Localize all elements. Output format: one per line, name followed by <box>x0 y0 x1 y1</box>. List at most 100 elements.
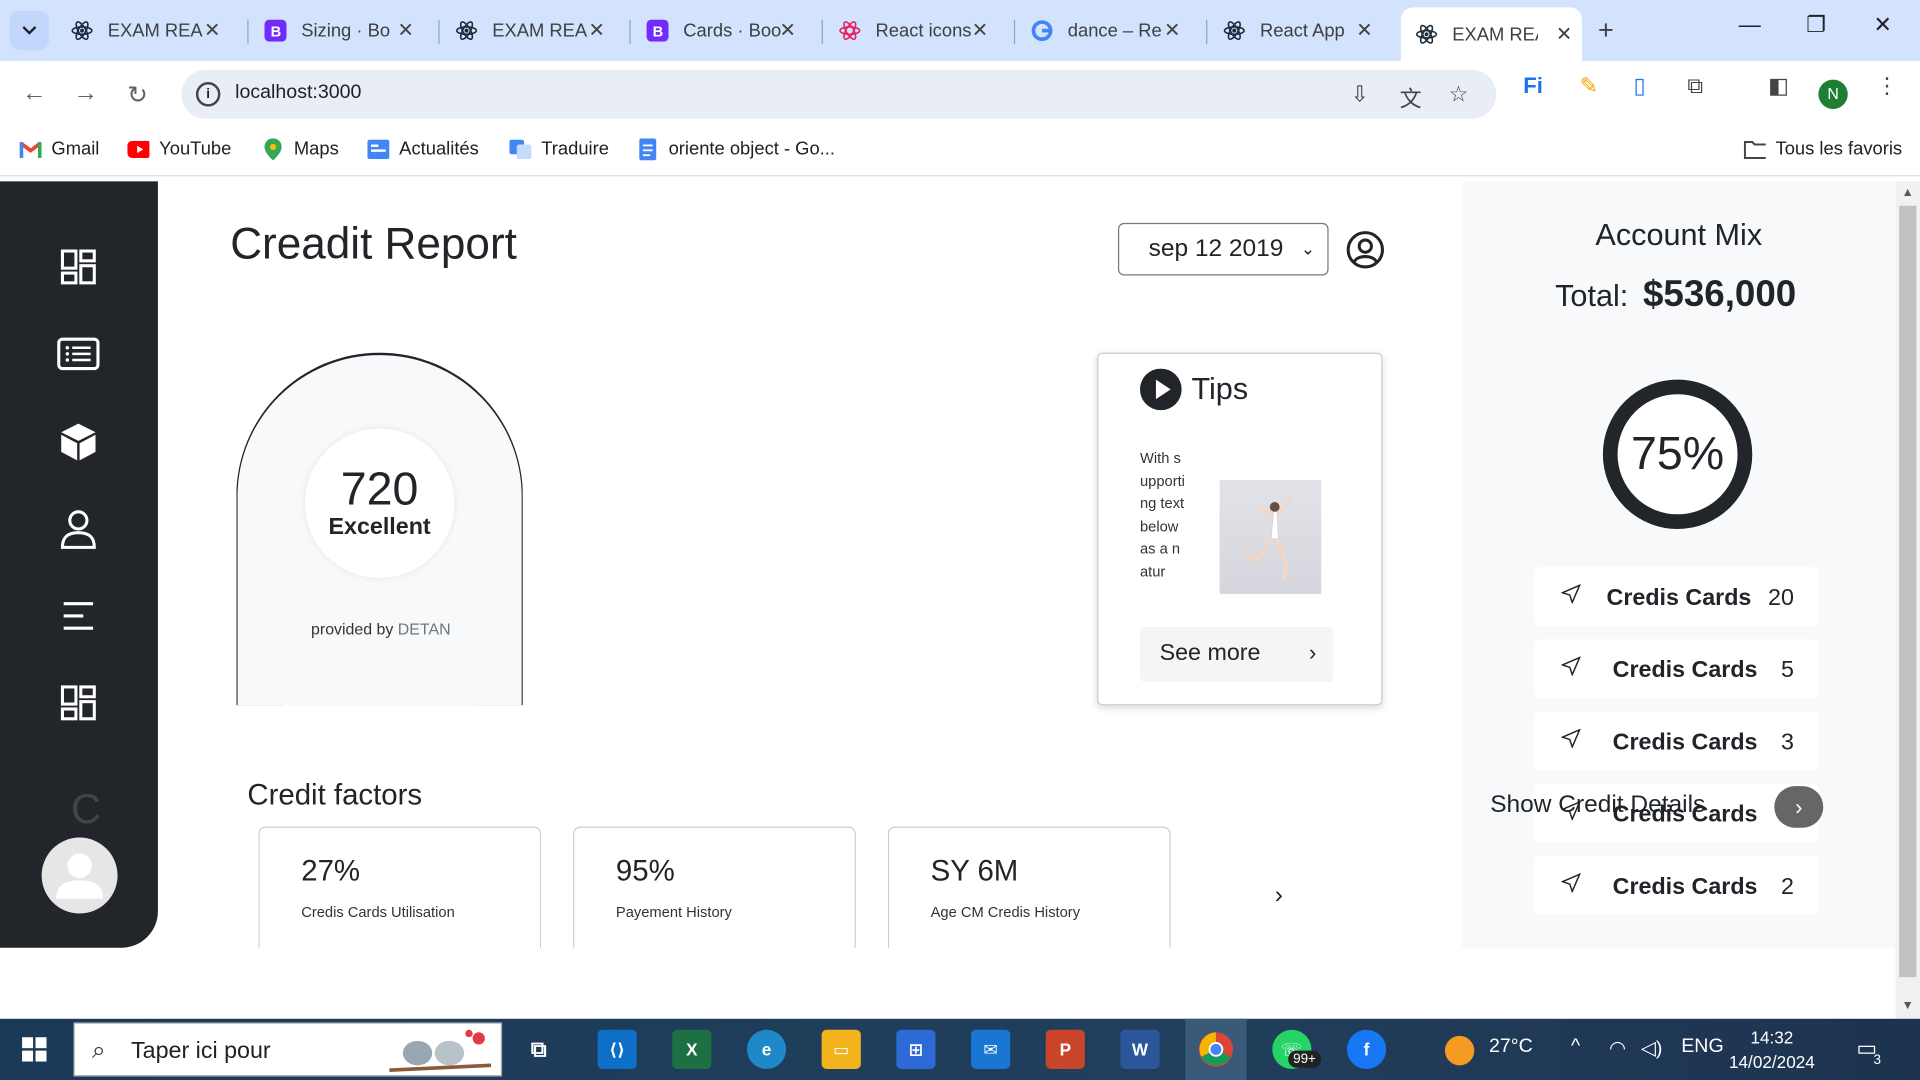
list-icon[interactable] <box>56 332 100 376</box>
browser-tab[interactable]: React icons ✕ <box>824 7 998 54</box>
excel-icon[interactable]: X <box>672 1029 712 1069</box>
scrollbar[interactable]: ▲ ▼ <box>1895 181 1920 1019</box>
translate-icon[interactable]: 文 <box>1400 82 1422 114</box>
browser-tab[interactable]: dance – Re ✕ <box>1016 7 1190 54</box>
user-circle-icon[interactable] <box>1346 230 1385 269</box>
user-icon[interactable] <box>56 507 100 551</box>
extension-icon[interactable]: Fi <box>1523 73 1543 99</box>
forward-icon[interactable]: → <box>73 80 97 108</box>
edge-icon[interactable]: e <box>746 1029 787 1069</box>
close-icon[interactable]: ✕ <box>1356 18 1372 42</box>
page-content: Creadit Report sep 12 2019 ⌄ 720 Excelle… <box>0 181 1920 1019</box>
profile-avatar[interactable]: N <box>1818 79 1848 109</box>
close-icon[interactable]: ✕ <box>204 18 220 42</box>
close-icon[interactable]: ✕ <box>780 18 796 42</box>
menu-icon[interactable]: ⋮ <box>1876 73 1898 99</box>
new-tab-button[interactable]: + <box>1598 15 1614 47</box>
browser-tab[interactable]: React App ✕ <box>1209 7 1383 54</box>
restore-icon[interactable]: ❐ <box>1806 12 1826 38</box>
dashboard-icon[interactable] <box>56 245 100 289</box>
scroll-thumb[interactable] <box>1899 205 1917 978</box>
bookmark-gmail[interactable]: Gmail <box>19 138 100 159</box>
mail-icon[interactable]: ✉ <box>971 1029 1011 1069</box>
wifi-icon[interactable]: ◠ <box>1609 1036 1626 1060</box>
close-icon[interactable]: ✕ <box>1556 22 1572 46</box>
color-picker-icon[interactable]: ✎ <box>1580 73 1598 99</box>
install-app-icon[interactable]: ⇩ <box>1351 82 1369 108</box>
bookmarks-bar: Gmail YouTube Maps Actualités Traduire o… <box>0 127 1920 177</box>
chevron-right-icon: › <box>1308 640 1317 665</box>
address-bar[interactable]: i localhost:3000 ⇩ 文 ☆ <box>181 69 1497 119</box>
task-view-icon[interactable]: ⧉ <box>519 1030 558 1069</box>
total-value: $536,000 <box>1642 274 1797 315</box>
tab-search-button[interactable] <box>9 11 49 51</box>
bookmark-maps[interactable]: Maps <box>262 137 339 160</box>
factor-card[interactable]: SY 6M Age CM Credis History <box>887 826 1171 948</box>
tab-label: React App <box>1260 20 1345 42</box>
close-icon[interactable]: ✕ <box>972 18 988 42</box>
star-icon[interactable]: ☆ <box>1449 82 1469 108</box>
list-item[interactable]: Credis Cards 3 <box>1534 711 1819 771</box>
windows-start-icon[interactable] <box>22 1037 47 1062</box>
browser-tab-active[interactable]: EXAM REA ✕ <box>1400 7 1583 62</box>
bootstrap-icon: B <box>264 19 287 42</box>
bookmark-news[interactable]: Actualités <box>367 138 479 159</box>
browser-tab[interactable]: EXAM REA ✕ <box>56 7 230 54</box>
back-icon[interactable]: ← <box>22 80 46 108</box>
list-item[interactable]: Credis Cards 20 <box>1534 566 1819 626</box>
avatar[interactable] <box>41 837 118 914</box>
language-indicator[interactable]: ENG <box>1681 1036 1723 1058</box>
date-select[interactable]: sep 12 2019 ⌄ <box>1117 222 1329 276</box>
browser-tab[interactable]: B Sizing · Bo ✕ <box>250 7 424 54</box>
bookmark-translate[interactable]: Traduire <box>509 138 609 159</box>
scroll-down-icon[interactable]: ▼ <box>1902 999 1914 1012</box>
window-close-icon[interactable]: ✕ <box>1873 12 1891 38</box>
puzzle-icon[interactable]: ⧉ <box>1687 73 1703 99</box>
see-more-button[interactable]: See more › <box>1140 626 1334 683</box>
vscode-icon[interactable]: ⟨⟩ <box>597 1029 637 1069</box>
weather-temp[interactable]: 27°C <box>1489 1036 1533 1058</box>
close-icon[interactable]: ✕ <box>1164 18 1180 42</box>
powerpoint-icon[interactable]: P <box>1045 1029 1085 1069</box>
file-explorer-icon[interactable]: ▭ <box>821 1029 861 1069</box>
docs-icon <box>637 137 659 160</box>
taskbar-search[interactable]: ⌕ Taper ici pour <box>73 1022 503 1077</box>
chrome-taskbar-icon[interactable] <box>1185 1018 1247 1080</box>
side-panel-icon[interactable]: ◧ <box>1768 73 1789 99</box>
show-credit-details-label: Show Credit Details <box>1490 791 1706 818</box>
menu-lines-icon[interactable] <box>56 594 100 638</box>
list-item[interactable]: Credis Cards 2 <box>1534 855 1819 915</box>
cube-icon[interactable] <box>56 420 100 464</box>
show-credit-details-button[interactable]: › <box>1774 786 1824 828</box>
news-icon <box>367 138 390 159</box>
react-icons-icon <box>839 20 861 42</box>
tab-divider <box>821 19 823 45</box>
site-info-icon[interactable]: i <box>195 82 221 107</box>
factor-card[interactable]: 27% Credis Cards Utilisation <box>258 826 542 948</box>
bookmark-label: oriente object - Go... <box>668 138 835 160</box>
word-icon[interactable]: W <box>1120 1029 1160 1069</box>
dashboard-icon[interactable] <box>56 681 100 725</box>
speaker-icon[interactable]: ◁) <box>1641 1036 1663 1060</box>
scroll-up-icon[interactable]: ▲ <box>1902 186 1914 199</box>
list-item[interactable]: Credis Cards 5 <box>1534 639 1819 698</box>
all-bookmarks[interactable]: Tous les favoris <box>1743 138 1902 159</box>
bookmark-label: Maps <box>293 138 339 160</box>
svg-text:B: B <box>653 25 664 41</box>
facebook-icon[interactable]: f <box>1346 1029 1387 1069</box>
chevron-right-icon[interactable]: › <box>1275 882 1283 910</box>
clock[interactable]: 14:32 14/02/2024 <box>1729 1025 1815 1074</box>
close-icon[interactable]: ✕ <box>588 18 604 42</box>
store-icon[interactable]: ⊞ <box>896 1029 936 1069</box>
bookmark-youtube[interactable]: YouTube <box>127 138 231 159</box>
reload-icon[interactable]: ↻ <box>127 80 148 111</box>
browser-tab[interactable]: B Cards · Boo ✕ <box>632 7 806 54</box>
browser-tab[interactable]: EXAM REA ✕ <box>441 7 615 54</box>
bookmark-docs[interactable]: oriente object - Go... <box>637 137 835 160</box>
chevron-up-icon[interactable]: ^ <box>1571 1036 1580 1058</box>
clock-time: 14:32 <box>1750 1027 1794 1047</box>
extension-icon[interactable]: ▯ <box>1633 73 1645 99</box>
minimize-icon[interactable]: — <box>1739 12 1761 38</box>
close-icon[interactable]: ✕ <box>397 18 413 42</box>
factor-card[interactable]: 95% Payement History <box>573 826 856 948</box>
